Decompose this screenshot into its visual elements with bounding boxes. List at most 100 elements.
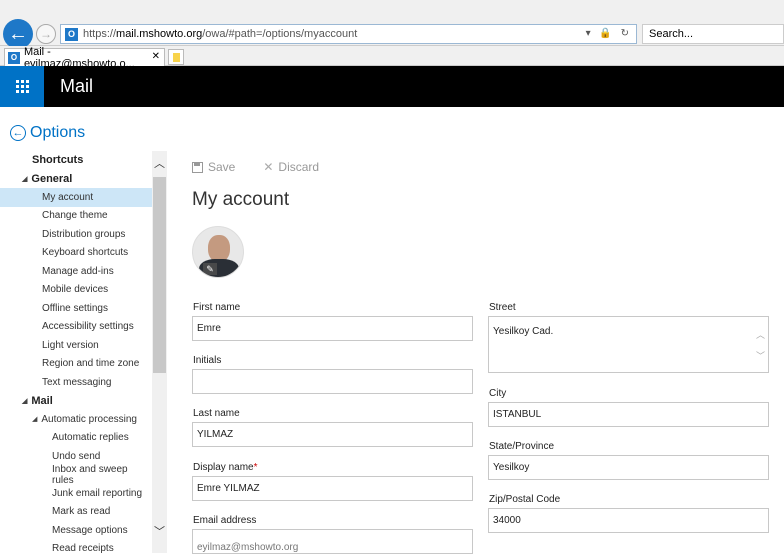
street-field[interactable]: Yesilkoy Cad. ︿ ﹀ — [488, 316, 769, 373]
sidebar-item[interactable]: Read receipts — [0, 540, 152, 553]
last-name-field[interactable]: YILMAZ — [192, 422, 473, 447]
sidebar-item-label: Inbox and sweep rules — [52, 463, 128, 486]
required-asterisk: * — [253, 462, 258, 473]
sidebar-item[interactable]: ◢ Automatic processing — [0, 410, 152, 429]
sidebar-item-label: Accessibility settings — [42, 321, 134, 333]
action-toolbar: Save ✕ Discard — [192, 158, 347, 176]
chevron-up-icon[interactable]: ︿ — [756, 328, 765, 341]
sidebar-item[interactable]: Shortcuts — [0, 151, 152, 170]
sidebar-item[interactable]: Mobile devices — [0, 281, 152, 300]
sidebar-item[interactable]: Region and time zone — [0, 355, 152, 374]
browser-forward-button[interactable]: → — [36, 24, 56, 44]
chevron-down-icon[interactable]: ﹀ — [756, 349, 765, 362]
street-label: Street — [489, 302, 516, 313]
sidebar-item-label: Shortcuts — [32, 154, 84, 167]
sidebar-item-label: Mail — [31, 394, 53, 407]
discard-button[interactable]: ✕ Discard — [263, 160, 319, 174]
sidebar-item[interactable]: Junk email reporting — [0, 484, 152, 503]
sidebar-item[interactable]: Manage add-ins — [0, 262, 152, 281]
last-name-label: Last name — [193, 408, 240, 419]
scroll-up-icon[interactable]: ︿ — [152, 155, 167, 170]
scroll-down-icon[interactable]: ﹀ — [152, 523, 167, 538]
sidebar-item[interactable]: Offline settings — [0, 299, 152, 318]
browser-search-input[interactable]: Search... — [642, 24, 784, 44]
sidebar-item-label: Text messaging — [42, 376, 112, 388]
state-field[interactable]: Yesilkoy — [488, 455, 769, 480]
display-name-field[interactable]: Emre YILMAZ — [192, 476, 473, 501]
app-launcher-button[interactable] — [0, 66, 44, 107]
save-button[interactable]: Save — [192, 160, 235, 174]
sidebar-item-label: Automatic processing — [41, 413, 137, 425]
initials-label: Initials — [193, 355, 222, 366]
address-bar[interactable]: O https://mail.mshowto.org/owa/#path=/op… — [60, 24, 637, 44]
sidebar-item[interactable]: ◢ Mail — [0, 392, 152, 411]
browser-back-button[interactable]: ← — [3, 19, 33, 49]
sidebar-item-label: Read receipts — [52, 543, 114, 553]
first-name-label: First name — [193, 302, 241, 313]
save-icon — [192, 161, 203, 173]
options-nav-list: Shortcuts ◢ General My account Change theme D… — [0, 151, 152, 553]
city-label: City — [489, 388, 507, 399]
outlook-favicon-icon: O — [65, 27, 78, 41]
email-field[interactable]: eyilmaz@mshowto.org — [192, 529, 473, 554]
avatar[interactable]: ✎ — [192, 226, 244, 278]
sidebar-item-label: Junk email reporting — [52, 487, 143, 499]
sidebar-item[interactable]: Accessibility settings — [0, 318, 152, 337]
sidebar-item-label: My account — [42, 191, 94, 203]
url-text: https://mail.mshowto.org/owa/#path=/opti… — [83, 28, 358, 40]
app-title: Mail — [60, 76, 94, 96]
sidebar-item[interactable]: Undo send — [0, 447, 152, 466]
scroll-thumb[interactable] — [153, 177, 166, 373]
browser-tab-strip: O Mail - eyilmaz@mshowto.o... ✕ — [0, 46, 784, 70]
sidebar-item-label: Undo send — [52, 450, 101, 462]
initials-field[interactable] — [192, 369, 473, 394]
email-label: Email address — [193, 515, 257, 526]
sidebar-item[interactable]: Light version — [0, 336, 152, 355]
sidebar-item-label: Automatic replies — [52, 432, 129, 444]
sidebar-item-label: Region and time zone — [42, 358, 140, 370]
browser-toolbar: ← → O https://mail.mshowto.org/owa/#path… — [0, 0, 784, 49]
state-label: State/Province — [489, 441, 555, 452]
display-name-label: Display name* — [193, 462, 258, 473]
first-name-field[interactable]: Emre — [192, 316, 473, 341]
sidebar-item[interactable]: Text messaging — [0, 373, 152, 392]
city-field[interactable]: ISTANBUL — [488, 402, 769, 427]
app-header: Mail — [0, 66, 784, 107]
zip-label: Zip/Postal Code — [489, 494, 561, 505]
sidebar-item-label: Offline settings — [42, 302, 108, 314]
waffle-icon — [15, 80, 29, 93]
back-arrow-icon: ← — [10, 125, 26, 141]
sidebar-item[interactable]: Mark as read — [0, 503, 152, 522]
tab-close-icon[interactable]: ✕ — [152, 51, 160, 62]
sidebar-item[interactable]: Distribution groups — [0, 225, 152, 244]
sidebar-item[interactable]: Change theme — [0, 207, 152, 226]
outlook-favicon-icon: O — [8, 51, 20, 64]
sidebar-item-label: Change theme — [42, 210, 108, 222]
sidebar-item-label: Light version — [42, 339, 99, 351]
options-sidebar: Shortcuts ◢ General My account Change theme D… — [0, 151, 167, 553]
address-bar-icons[interactable]: ▾ 🔒 ↻ — [586, 28, 632, 39]
sidebar-item[interactable]: Inbox and sweep rules — [0, 463, 152, 486]
page-title: My account — [192, 189, 290, 210]
edit-photo-icon[interactable]: ✎ — [203, 263, 217, 275]
options-label: Options — [30, 124, 86, 141]
sidebar-item-label: Keyboard shortcuts — [42, 247, 129, 259]
sidebar-scrollbar[interactable]: ︿ ﹀ — [152, 151, 167, 553]
browser-tab-mail[interactable]: O Mail - eyilmaz@mshowto.o... ✕ — [4, 46, 165, 70]
new-tab-button[interactable] — [168, 49, 184, 65]
save-label: Save — [208, 160, 236, 174]
zip-field[interactable]: 34000 — [488, 508, 769, 533]
discard-label: Discard — [278, 160, 320, 174]
expand-triangle-icon[interactable]: ◢ — [22, 175, 27, 183]
sidebar-item[interactable]: Keyboard shortcuts — [0, 244, 152, 263]
sidebar-item[interactable]: Message options — [0, 521, 152, 540]
options-back-link[interactable]: ← Options — [10, 124, 85, 142]
sidebar-item-label: Message options — [52, 524, 128, 536]
expand-triangle-icon[interactable]: ◢ — [22, 397, 27, 405]
sidebar-item[interactable]: Automatic replies — [0, 429, 152, 448]
sidebar-item-label: Mobile devices — [42, 284, 109, 296]
expand-triangle-icon[interactable]: ◢ — [32, 415, 37, 423]
sidebar-item[interactable]: ◢ General — [0, 170, 152, 189]
sidebar-item[interactable]: My account — [0, 188, 152, 207]
sidebar-item-label: General — [31, 172, 73, 185]
